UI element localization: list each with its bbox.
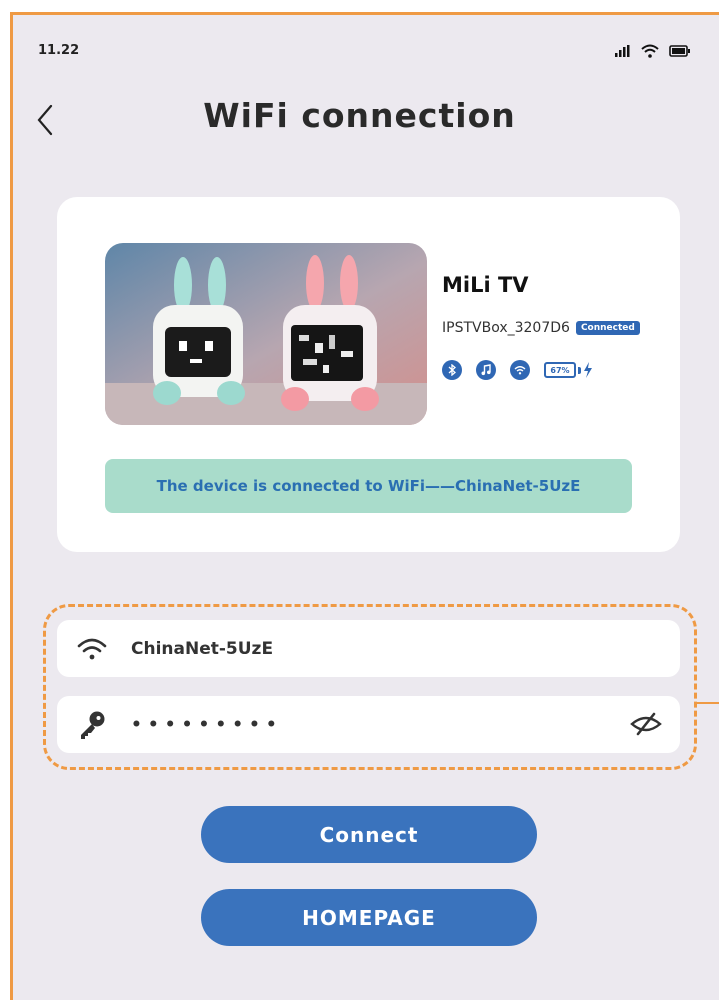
ssid-input[interactable]	[129, 637, 593, 660]
bluetooth-icon	[442, 360, 462, 380]
connection-notice: The device is connected to WiFi——ChinaNe…	[105, 459, 632, 513]
eye-off-icon	[630, 712, 662, 736]
device-id-row: IPSTVBox_3207D6 Connected	[442, 320, 640, 336]
key-icon	[75, 708, 109, 742]
device-id: IPSTVBox_3207D6	[442, 320, 570, 336]
device-name: MiLi TV	[442, 273, 529, 297]
signal-icon	[615, 45, 630, 57]
charging-icon	[584, 362, 592, 378]
homepage-button[interactable]: HOMEPAGE	[201, 889, 537, 946]
password-input[interactable]	[129, 713, 593, 736]
ssid-field[interactable]	[57, 620, 680, 677]
password-field[interactable]	[57, 696, 680, 753]
status-badge: Connected	[575, 321, 640, 335]
page-title: WiFi connection	[203, 96, 516, 135]
wifi-icon	[510, 360, 530, 380]
music-icon	[476, 360, 496, 380]
connect-button[interactable]: Connect	[201, 806, 537, 863]
wifi-icon	[75, 632, 109, 666]
wifi-status-icon	[641, 44, 659, 58]
device-card: MiLi TV IPSTVBox_3207D6 Connected 67% Th…	[57, 197, 680, 552]
status-icons	[615, 44, 691, 58]
battery-level: 67%	[544, 362, 576, 378]
device-feature-icons: 67%	[442, 360, 593, 380]
toggle-password-visibility[interactable]	[630, 710, 662, 742]
battery-status-icon	[669, 45, 690, 57]
device-photo	[105, 243, 427, 425]
battery-icon: 67%	[544, 362, 593, 378]
highlight-pointer	[697, 702, 719, 704]
status-time: 11.22	[38, 43, 80, 58]
